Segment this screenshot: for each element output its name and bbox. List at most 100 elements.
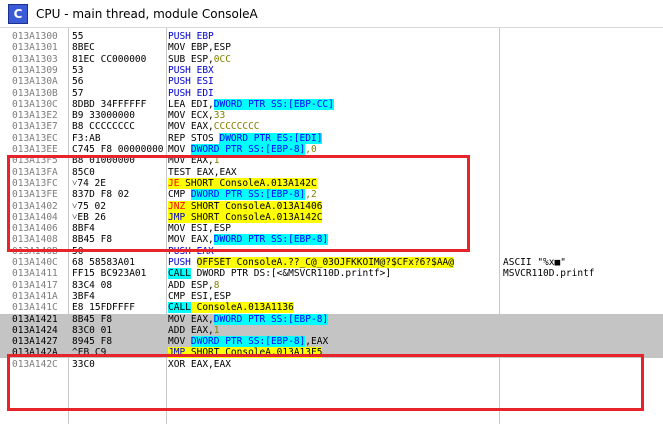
disasm-row[interactable]: 013A13EE C745 F8 00000000 MOV DWORD PTR SS…: [0, 144, 663, 155]
row-hex-bytes: 8B45 F8: [72, 313, 113, 325]
row-hex-bytes: C745 F8 00000000: [72, 144, 164, 155]
disasm-row[interactable]: 013A13E2 B9 33000000 MOV ECX,33: [0, 110, 663, 121]
row-instruction: CALL DWORD PTR DS:[<&MSVCR110D.printf>]: [168, 268, 498, 280]
row-address: 013A13E2: [12, 110, 58, 122]
disasm-row[interactable]: 013A141C E8 15FDFFFF CALL ConsoleA.013A113…: [0, 302, 663, 314]
row-hex-bytes: F3:AB: [72, 132, 101, 144]
row-comment: MSVCR110D.printf: [503, 268, 595, 280]
instruction-token: PUSH EBX: [168, 64, 214, 76]
disasm-row[interactable]: 013A1427 8945 F8 MOV DWORD PTR SS:[EBP-8],…: [0, 336, 663, 348]
row-address: 013A130B: [12, 87, 58, 99]
row-hex-bytes: E8 15FDFFFF: [72, 302, 135, 314]
instruction-token: DWORD PTR SS:[EBP-8]: [213, 313, 329, 325]
disasm-row[interactable]: 013A1424 83C0 01 ADD EAX,1: [0, 324, 663, 336]
row-instruction: REP STOS DWORD PTR ES:[EDI]: [168, 132, 498, 144]
instruction-token: REP STOS: [168, 132, 220, 144]
row-hex-bytes: 3BF4: [72, 290, 95, 302]
row-hex-bytes: 81EC CC000000: [72, 53, 147, 65]
row-instruction: MOV EAX,DWORD PTR SS:[EBP-8]: [168, 313, 498, 325]
instruction-token: PUSH ESI: [168, 76, 214, 88]
instruction-token: DWORD PTR SS:[EBP-CC]: [213, 98, 334, 110]
instruction-token: MOV EBP,ESP: [168, 42, 231, 54]
instruction-token: MOV: [168, 336, 191, 348]
disasm-row[interactable]: 013A1303 81EC CC000000 SUB ESP,0CC: [0, 54, 663, 65]
row-instruction: MOV DWORD PTR SS:[EBP-8],0: [168, 144, 498, 155]
row-address: 013A13EE: [12, 144, 58, 155]
disasm-row[interactable]: 013A1309 53 PUSH EBX: [0, 65, 663, 76]
instruction-token: 33: [213, 110, 226, 122]
row-instruction: CALL ConsoleA.013A1136: [168, 302, 498, 314]
instruction-token: DWORD PTR DS:[<&MSVCR110D.printf>]: [190, 268, 392, 280]
row-instruction: MOV EAX,CCCCCCCC: [168, 121, 498, 132]
row-hex-bytes: 8BEC: [72, 42, 95, 54]
row-hex-bytes: 83C0 01: [72, 324, 113, 336]
instruction-token: PUSH EBP: [168, 31, 214, 42]
disasm-row[interactable]: 013A130C 8DBD 34FFFFFF LEA EDI,DWORD PTR S…: [0, 98, 663, 110]
row-hex-bytes: 53: [72, 64, 84, 76]
instruction-token: PUSH EDI: [168, 87, 214, 99]
row-instruction: MOV DWORD PTR SS:[EBP-8],EAX: [168, 336, 498, 348]
instruction-token: MOV ECX,: [168, 110, 214, 122]
instruction-token: MOV: [168, 144, 191, 155]
disasm-row[interactable]: 013A13EC F3:AB REP STOS DWORD PTR ES:[EDI]: [0, 132, 663, 144]
row-address: 013A1427: [12, 336, 58, 348]
row-hex-bytes: 83C4 08: [72, 279, 113, 291]
row-instruction: PUSH EDI: [168, 88, 498, 99]
row-hex-bytes: B8 CCCCCCCC: [72, 121, 135, 133]
instruction-token: ConsoleA.013A1136: [190, 302, 294, 314]
row-address: 013A1411: [12, 268, 58, 280]
row-instruction: PUSH ESI: [168, 76, 498, 87]
instruction-token: MOV EAX,: [168, 313, 214, 325]
highlight-box-loop-increment: [7, 354, 644, 411]
window-title: CPU - main thread, module ConsoleA: [36, 6, 258, 21]
instruction-token: LEA EDI,: [168, 98, 214, 110]
row-hex-bytes: 8DBD 34FFFFFF: [72, 98, 147, 110]
row-address: 013A1417: [12, 279, 58, 291]
disasm-row[interactable]: 013A1421 8B45 F8 MOV EAX,DWORD PTR SS:[EBP…: [0, 313, 663, 325]
instruction-token: 0CC: [213, 53, 231, 65]
row-instruction: PUSH EBP: [168, 31, 498, 42]
row-address: 013A13E7: [12, 121, 58, 133]
row-address: 013A141A: [12, 290, 58, 302]
row-instruction: CMP ESI,ESP: [168, 291, 498, 302]
row-address: 013A141C: [12, 302, 58, 314]
row-address: 013A1303: [12, 53, 58, 65]
instruction-token: DWORD PTR SS:[EBP-8]: [190, 144, 306, 155]
row-address: 013A140C: [12, 257, 58, 268]
row-instruction: PUSH EBX: [168, 65, 498, 76]
disasm-row[interactable]: 013A140C 68 58583A01 PUSH OFFSET ConsoleA.…: [0, 257, 663, 268]
instruction-token: DWORD PTR ES:[EDI]: [219, 132, 323, 144]
highlight-box-loop-condition: [7, 155, 470, 252]
row-instruction: LEA EDI,DWORD PTR SS:[EBP-CC]: [168, 98, 498, 110]
instruction-token: ,EAX: [305, 336, 329, 348]
instruction-token: ADD ESP,: [168, 279, 214, 291]
row-address: 013A13EC: [12, 132, 58, 144]
disasm-row[interactable]: 013A1417 83C4 08 ADD ESP,8: [0, 280, 663, 291]
disasm-row[interactable]: 013A13E7 B8 CCCCCCCC MOV EAX,CCCCCCCC: [0, 121, 663, 132]
row-address: 013A1424: [12, 324, 58, 336]
instruction-token: PUSH: [168, 257, 197, 268]
instruction-token: CALL: [168, 268, 191, 280]
disasm-row[interactable]: 013A141A 3BF4 CMP ESI,ESP: [0, 291, 663, 302]
disasm-row[interactable]: 013A130B 57 PUSH EDI: [0, 88, 663, 99]
row-hex-bytes: B9 33000000: [72, 110, 135, 122]
disasm-row[interactable]: 013A1300 55 PUSH EBP: [0, 31, 663, 42]
row-hex-bytes: 57: [72, 87, 84, 99]
disasm-row[interactable]: 013A1301 8BEC MOV EBP,ESP: [0, 42, 663, 53]
row-hex-bytes: 55: [72, 31, 84, 42]
row-hex-bytes: 8945 F8: [72, 336, 113, 348]
row-instruction: MOV EBP,ESP: [168, 42, 498, 53]
row-comment: ASCII "%x■": [503, 257, 566, 268]
row-address: 013A1309: [12, 64, 58, 76]
disasm-row[interactable]: 013A130A 56 PUSH ESI: [0, 76, 663, 87]
row-instruction: MOV ECX,33: [168, 110, 498, 121]
row-address: 013A1421: [12, 313, 58, 325]
instruction-token: CALL: [168, 302, 191, 314]
instruction-token: ADD EAX,: [168, 324, 214, 336]
disasm-row[interactable]: 013A1411 FF15 BC923A01 CALL DWORD PTR DS:[…: [0, 268, 663, 280]
instruction-token: OFFSET ConsoleA.??_C@_03OJFKKOIM@?$CFx?6…: [196, 257, 454, 268]
cpu-window-icon: C: [8, 3, 28, 24]
instruction-token: 1: [213, 324, 220, 336]
row-address: 013A1301: [12, 42, 58, 54]
row-instruction: ADD ESP,8: [168, 280, 498, 291]
